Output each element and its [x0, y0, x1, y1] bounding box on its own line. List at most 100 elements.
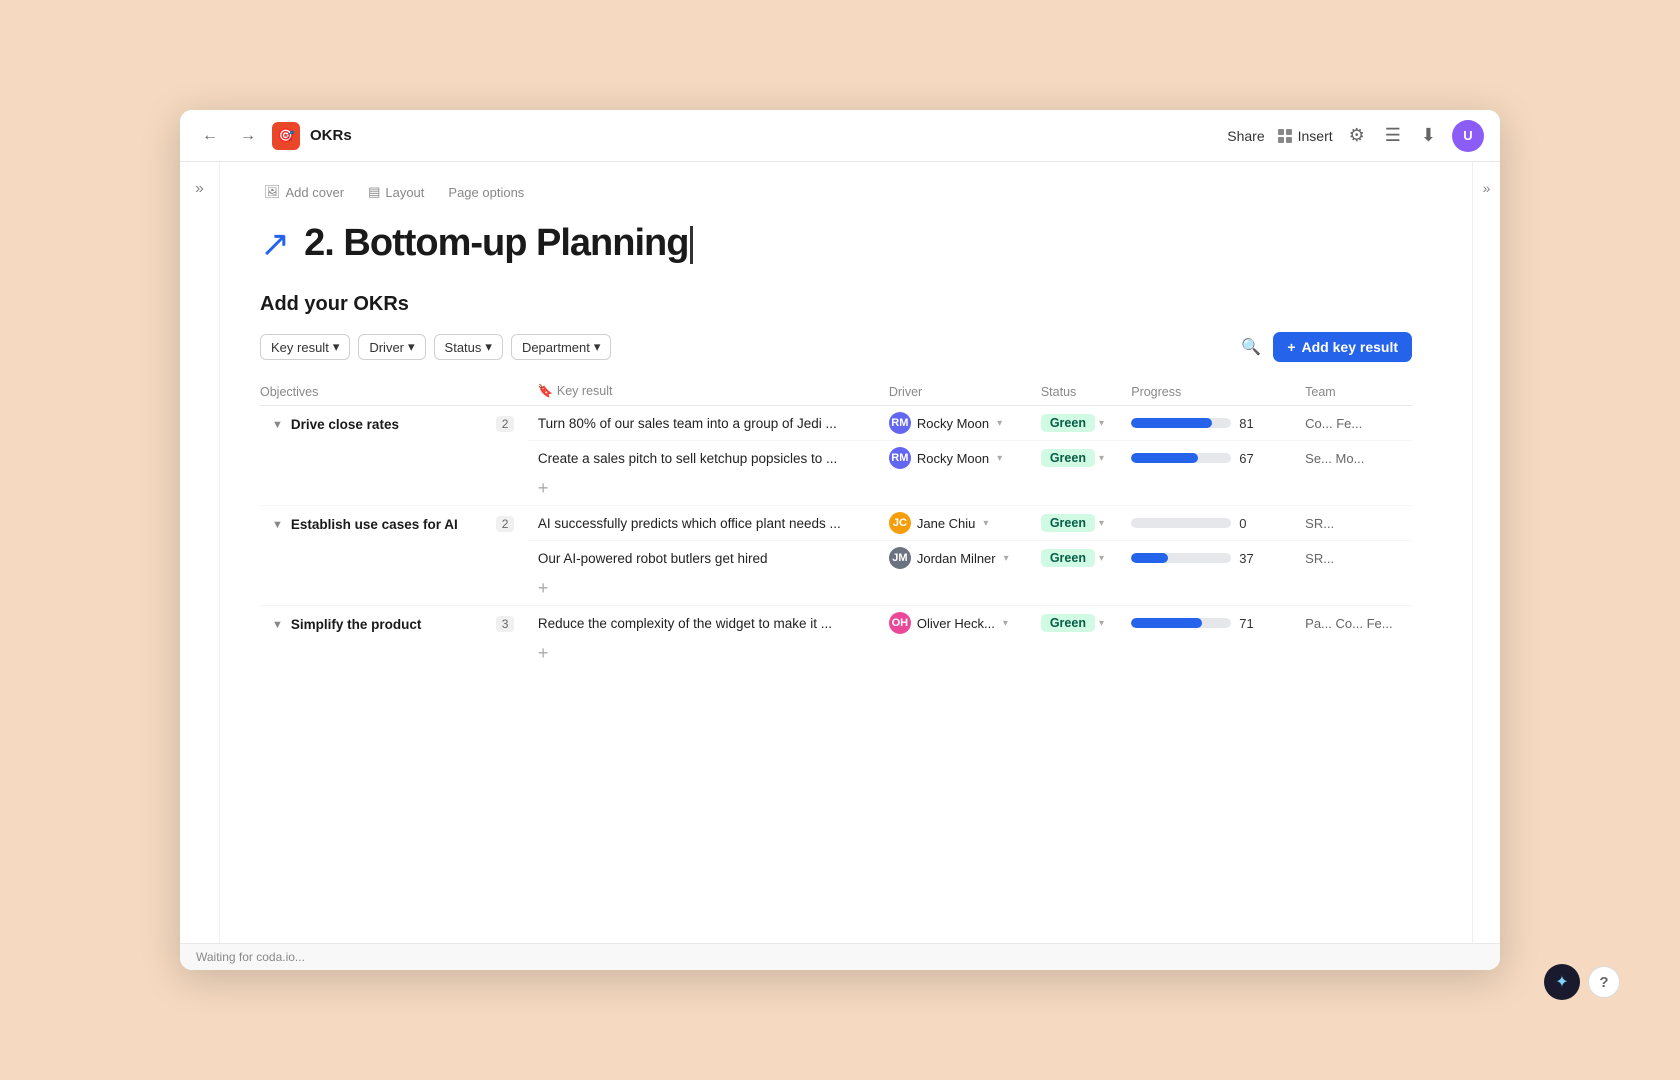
chevron-down-icon: ▾: [997, 453, 1002, 464]
layout-icon: ▤: [368, 184, 380, 200]
add-kr-button[interactable]: +: [538, 579, 549, 597]
kr-text: Our AI-powered robot butlers get hired: [538, 551, 768, 566]
bookmark-icon: 🔖: [538, 384, 554, 398]
add-cover-button[interactable]: 🖼 Add cover: [260, 182, 348, 202]
driver-avatar: OH: [889, 612, 911, 634]
table-row: ▼ Simplify the product 3Reduce the compl…: [260, 606, 1412, 641]
filter-status[interactable]: Status ▾: [434, 334, 503, 360]
chevron-down-icon: ▾: [1099, 553, 1104, 564]
progress-track: [1131, 518, 1231, 528]
progress-fill: [1131, 553, 1168, 563]
status-badge: Green: [1041, 449, 1095, 467]
driver-cell: RM Rocky Moon ▾: [879, 406, 1031, 441]
driver-name: Oliver Heck...: [917, 616, 995, 631]
progress-fill: [1131, 618, 1202, 628]
user-avatar[interactable]: U: [1452, 120, 1484, 152]
chevron-down-icon: ▾: [1099, 418, 1104, 429]
status-cell: Green ▾: [1031, 506, 1121, 541]
filter-department[interactable]: Department ▾: [511, 334, 611, 360]
progress-number: 71: [1239, 616, 1253, 631]
add-key-result-button[interactable]: + Add key result: [1273, 332, 1412, 362]
right-panel-collapse-button[interactable]: »: [1477, 174, 1497, 202]
sidebar-toggle-panel: »: [180, 162, 220, 943]
sidebar-expand-button[interactable]: »: [189, 174, 210, 204]
chevron-down-icon: ▾: [594, 339, 601, 355]
filter-key-result[interactable]: Key result ▾: [260, 334, 350, 360]
expand-objective-button[interactable]: ▼: [270, 617, 285, 633]
image-icon: 🖼: [264, 184, 281, 200]
count-badge: 2: [496, 416, 515, 432]
right-panel-toggle: »: [1472, 162, 1500, 943]
main-content: 🖼 Add cover ▤ Layout Page options ↗ 2. B…: [220, 162, 1472, 943]
driver-cell: OH Oliver Heck... ▾: [879, 606, 1031, 641]
status-badge: Green: [1041, 549, 1095, 567]
add-kr-button[interactable]: +: [538, 479, 549, 497]
layout-button[interactable]: ▤ Layout: [364, 182, 428, 202]
expand-objective-button[interactable]: ▼: [270, 417, 285, 433]
objective-cell: ▼ Drive close rates: [260, 406, 486, 506]
status-badge: Green: [1041, 614, 1095, 632]
team-cell: Pa... Co... Fe...: [1295, 606, 1412, 641]
table-row: ▼ Establish use cases for AI 2 AI success…: [260, 506, 1412, 541]
objective-count: 2: [486, 406, 528, 506]
back-button[interactable]: ←: [196, 123, 224, 149]
page-options-button[interactable]: Page options: [444, 183, 528, 202]
app-window: ← → 🎯 OKRs Share Insert ⚙ ☰ ⬇ U: [180, 110, 1500, 970]
progress-track: [1131, 618, 1231, 628]
driver-name: Jordan Milner: [917, 551, 996, 566]
driver-name: Jane Chiu: [917, 516, 976, 531]
kr-text-cell: Create a sales pitch to sell ketchup pop…: [528, 441, 879, 476]
doc-title: OKRs: [310, 127, 352, 144]
fab-area: ✦ ?: [1544, 964, 1620, 1000]
progress-cell: 37: [1121, 541, 1295, 576]
chevron-down-icon: ▾: [485, 339, 492, 355]
team-cell: SR...: [1295, 541, 1412, 576]
objective-cell: ▼ Simplify the product: [260, 606, 486, 671]
chevron-down-icon: ▾: [333, 339, 340, 355]
progress-fill: [1131, 418, 1212, 428]
objective-name: Establish use cases for AI: [291, 516, 458, 535]
sparkle-fab-button[interactable]: ✦: [1544, 964, 1580, 1000]
count-badge: 2: [496, 516, 515, 532]
bottom-bar: Waiting for coda.io...: [180, 943, 1500, 970]
team-label: Co... Fe...: [1305, 416, 1362, 431]
col-progress: Progress: [1121, 378, 1295, 406]
chevron-down-icon: ▾: [1099, 618, 1104, 629]
kr-text: Create a sales pitch to sell ketchup pop…: [538, 451, 837, 466]
chevron-down-icon: ▾: [1099, 518, 1104, 529]
objective-count: 2: [486, 506, 528, 606]
expand-button[interactable]: ⬇: [1417, 121, 1440, 150]
status-text: Waiting for coda.io...: [196, 950, 305, 964]
topbar-right: Share Insert ⚙ ☰ ⬇ U: [1227, 120, 1484, 152]
add-kr-cell: +: [528, 640, 1412, 670]
progress-number: 0: [1239, 516, 1246, 531]
section-title: Add your OKRs: [260, 293, 1412, 316]
team-label: SR...: [1305, 551, 1334, 566]
chevron-down-icon: ▾: [1003, 618, 1008, 629]
driver-name: Rocky Moon: [917, 451, 989, 466]
insert-icon: [1277, 128, 1293, 144]
chevron-down-icon: ▾: [408, 339, 415, 355]
insert-button[interactable]: Insert: [1277, 128, 1333, 144]
status-badge: Green: [1041, 514, 1095, 532]
chevron-down-icon: ▾: [1004, 553, 1009, 564]
count-badge: 3: [496, 616, 515, 632]
settings-button[interactable]: ⚙: [1345, 121, 1369, 150]
doc-icon: 🎯: [272, 122, 300, 150]
expand-objective-button[interactable]: ▼: [270, 517, 285, 533]
filter-driver[interactable]: Driver ▾: [358, 334, 425, 360]
share-button[interactable]: Share: [1227, 128, 1264, 144]
forward-button[interactable]: →: [234, 123, 262, 149]
kr-text-cell: Turn 80% of our sales team into a group …: [528, 406, 879, 441]
add-kr-button[interactable]: +: [538, 644, 549, 662]
plus-icon: +: [1287, 339, 1295, 355]
progress-cell: 0: [1121, 506, 1295, 541]
chevron-down-icon: ▾: [1099, 453, 1104, 464]
progress-cell: 67: [1121, 441, 1295, 476]
search-button[interactable]: 🔍: [1237, 333, 1265, 361]
note-button[interactable]: ☰: [1381, 121, 1405, 150]
help-fab-button[interactable]: ?: [1588, 966, 1620, 998]
add-kr-cell: +: [528, 575, 1412, 606]
kr-text: AI successfully predicts which office pl…: [538, 516, 841, 531]
page-title-icon: ↗: [260, 223, 290, 265]
